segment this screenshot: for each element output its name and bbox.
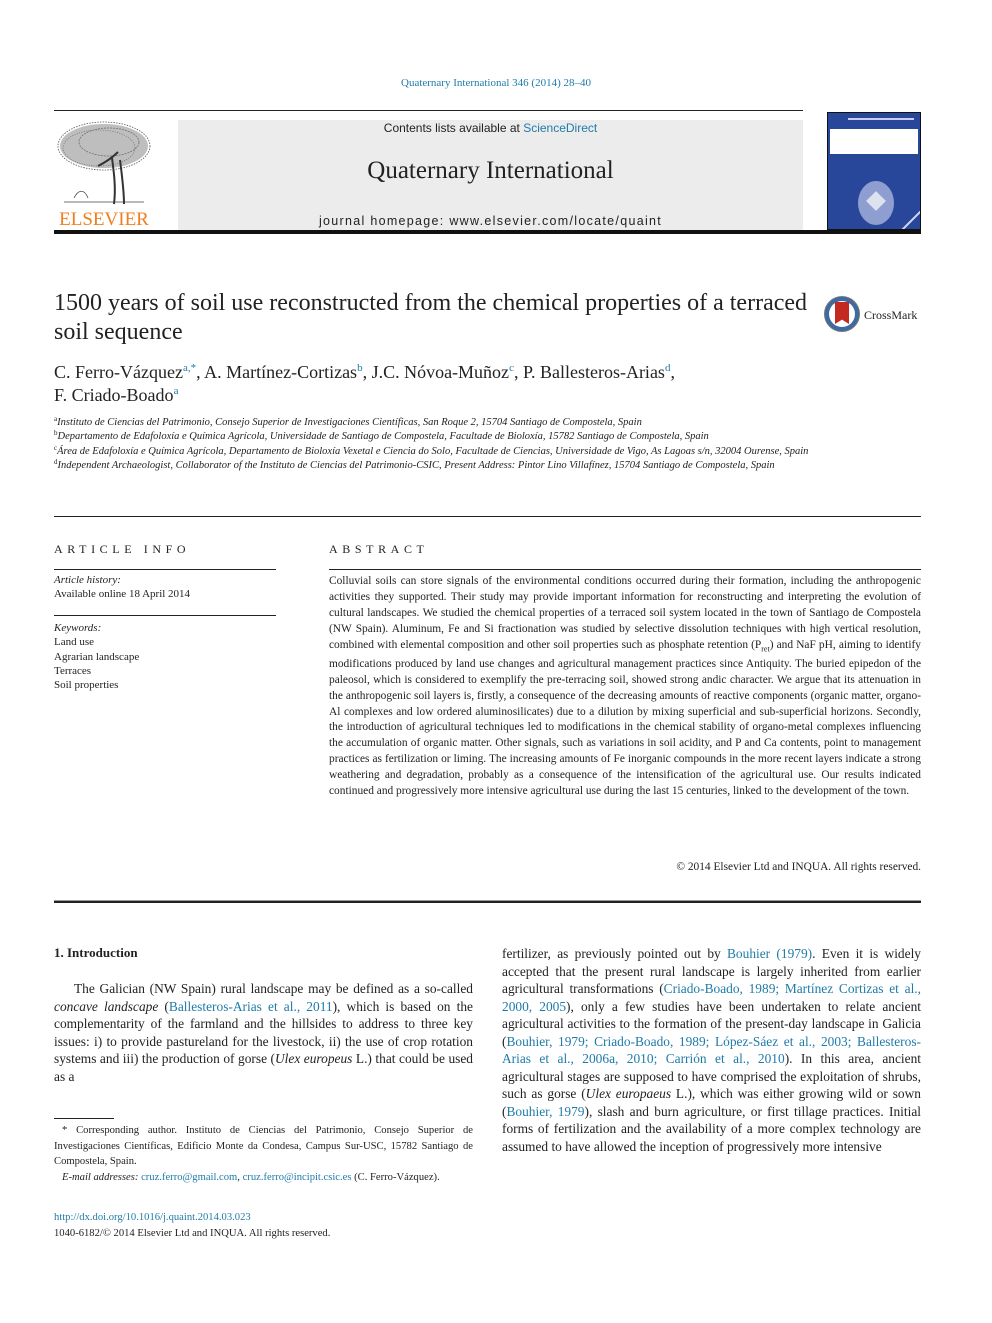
author[interactable]: C. Ferro-Vázqueza,*	[54, 362, 196, 382]
keywords: Keywords: Land use Agrarian landscape Te…	[54, 621, 276, 692]
journal-citation[interactable]: Quaternary International 346 (2014) 28–4…	[0, 77, 992, 89]
author[interactable]: F. Criado-Boadoa	[54, 385, 178, 405]
issn-copyright: 1040-6182/© 2014 Elsevier Ltd and INQUA.…	[54, 1227, 331, 1239]
email-link[interactable]: cruz.ferro@gmail.com	[141, 1172, 237, 1183]
citation-link[interactable]: Bouhier (1979)	[727, 946, 812, 961]
cover-stripe	[889, 185, 920, 229]
affiliation: aInstituto de Ciencias del Patrimonio, C…	[54, 415, 642, 429]
corresponding-author-footnote: * Corresponding author. Instituto de Cie…	[54, 1123, 473, 1185]
doi-block: http://dx.doi.org/10.1016/j.quaint.2014.…	[54, 1210, 330, 1241]
article-info-rule	[54, 569, 276, 570]
affiliations: aInstituto de Ciencias del Patrimonio, C…	[54, 416, 814, 473]
author-list: C. Ferro-Vázqueza,*, A. Martínez-Cortiza…	[54, 362, 675, 405]
header-rule	[54, 110, 803, 111]
author[interactable]: A. Martínez-Cortizasb	[204, 362, 362, 382]
cover-title	[848, 118, 914, 120]
email-link[interactable]: cruz.ferro@incipit.csic.es	[243, 1172, 352, 1183]
body-text: (	[158, 998, 169, 1014]
author-affil-sup[interactable]: a	[174, 385, 179, 397]
keywords-label: Keywords:	[54, 622, 102, 634]
article-history-label: Article history:	[54, 574, 121, 586]
elsevier-wordmark: ELSEVIER	[59, 209, 149, 230]
italic-term: concave landscape	[54, 998, 159, 1014]
italic-term: Ulex europeus	[275, 1051, 353, 1066]
keyword: Terraces	[54, 664, 92, 677]
email-note: E-mail addresses: cruz.ferro@gmail.com, …	[62, 1171, 440, 1183]
author[interactable]: J.C. Nóvoa-Muñozc	[372, 362, 514, 382]
cover-band	[830, 129, 918, 154]
introduction-left-column: The Galician (NW Spain) rural landscape …	[54, 980, 473, 1085]
journal-homepage-link[interactable]: journal homepage: www.elsevier.com/locat…	[178, 214, 803, 228]
contents-prefix: Contents lists available at	[383, 121, 524, 135]
crossmark-label: CrossMark	[864, 308, 918, 322]
journal-cover-thumbnail[interactable]	[827, 112, 921, 230]
author[interactable]: P. Ballesteros-Ariasd	[523, 362, 670, 382]
author-affil-sup[interactable]: a,*	[183, 362, 196, 374]
affiliation: dIndependent Archaeologist, Collaborator…	[54, 457, 775, 471]
introduction-heading: 1. Introduction	[54, 945, 138, 960]
corresponding-author-note: * Corresponding author. Instituto de Cie…	[54, 1125, 473, 1167]
article-info-heading: ARTICLE INFO	[54, 542, 191, 556]
header-thick-rule	[54, 230, 921, 234]
keyword: Agrarian landscape	[54, 650, 140, 663]
abstract-heading: ABSTRACT	[329, 542, 429, 556]
abstract-rule	[329, 569, 921, 570]
citation-link[interactable]: Ballesteros-Arias et al., 2011	[169, 999, 333, 1014]
article-history-value: Available online 18 April 2014	[54, 588, 191, 601]
keyword: Soil properties	[54, 679, 119, 692]
abstract-text: Colluvial soils can store signals of the…	[329, 575, 921, 798]
body-text: fertilizer, as previously pointed out by	[502, 946, 727, 961]
elsevier-logo[interactable]: ELSEVIER	[54, 118, 154, 230]
tree-icon	[57, 121, 151, 205]
keyword: Land use	[54, 636, 95, 649]
italic-term: Ulex europaeus	[585, 1086, 672, 1101]
introduction-right-column: fertilizer, as previously pointed out by…	[502, 945, 921, 1155]
crossmark-button[interactable]: CrossMark	[824, 296, 924, 336]
section-rule	[54, 516, 921, 517]
citation-link[interactable]: Bouhier, 1979	[506, 1104, 584, 1119]
abstract-copyright: © 2014 Elsevier Ltd and INQUA. All right…	[676, 861, 921, 873]
doi-link[interactable]: http://dx.doi.org/10.1016/j.quaint.2014.…	[54, 1212, 251, 1223]
contents-line: Contents lists available at ScienceDirec…	[178, 121, 803, 135]
article-title: 1500 years of soil use reconstructed fro…	[54, 290, 808, 345]
keywords-rule	[54, 615, 276, 616]
sciencedirect-link[interactable]: ScienceDirect	[523, 121, 597, 135]
journal-name: Quaternary International	[367, 157, 614, 184]
affiliation: bDepartamento de Edafoloxía e Química Ag…	[54, 429, 709, 443]
footnote-rule	[54, 1118, 114, 1119]
front-matter-end-rule	[54, 900, 921, 903]
article-history: Article history: Available online 18 Apr…	[54, 573, 276, 602]
body-text: The Galician (NW Spain) rural landscape …	[74, 981, 473, 996]
affiliation: cÁrea de Edafoloxía e Química Agrícola, …	[54, 443, 809, 457]
